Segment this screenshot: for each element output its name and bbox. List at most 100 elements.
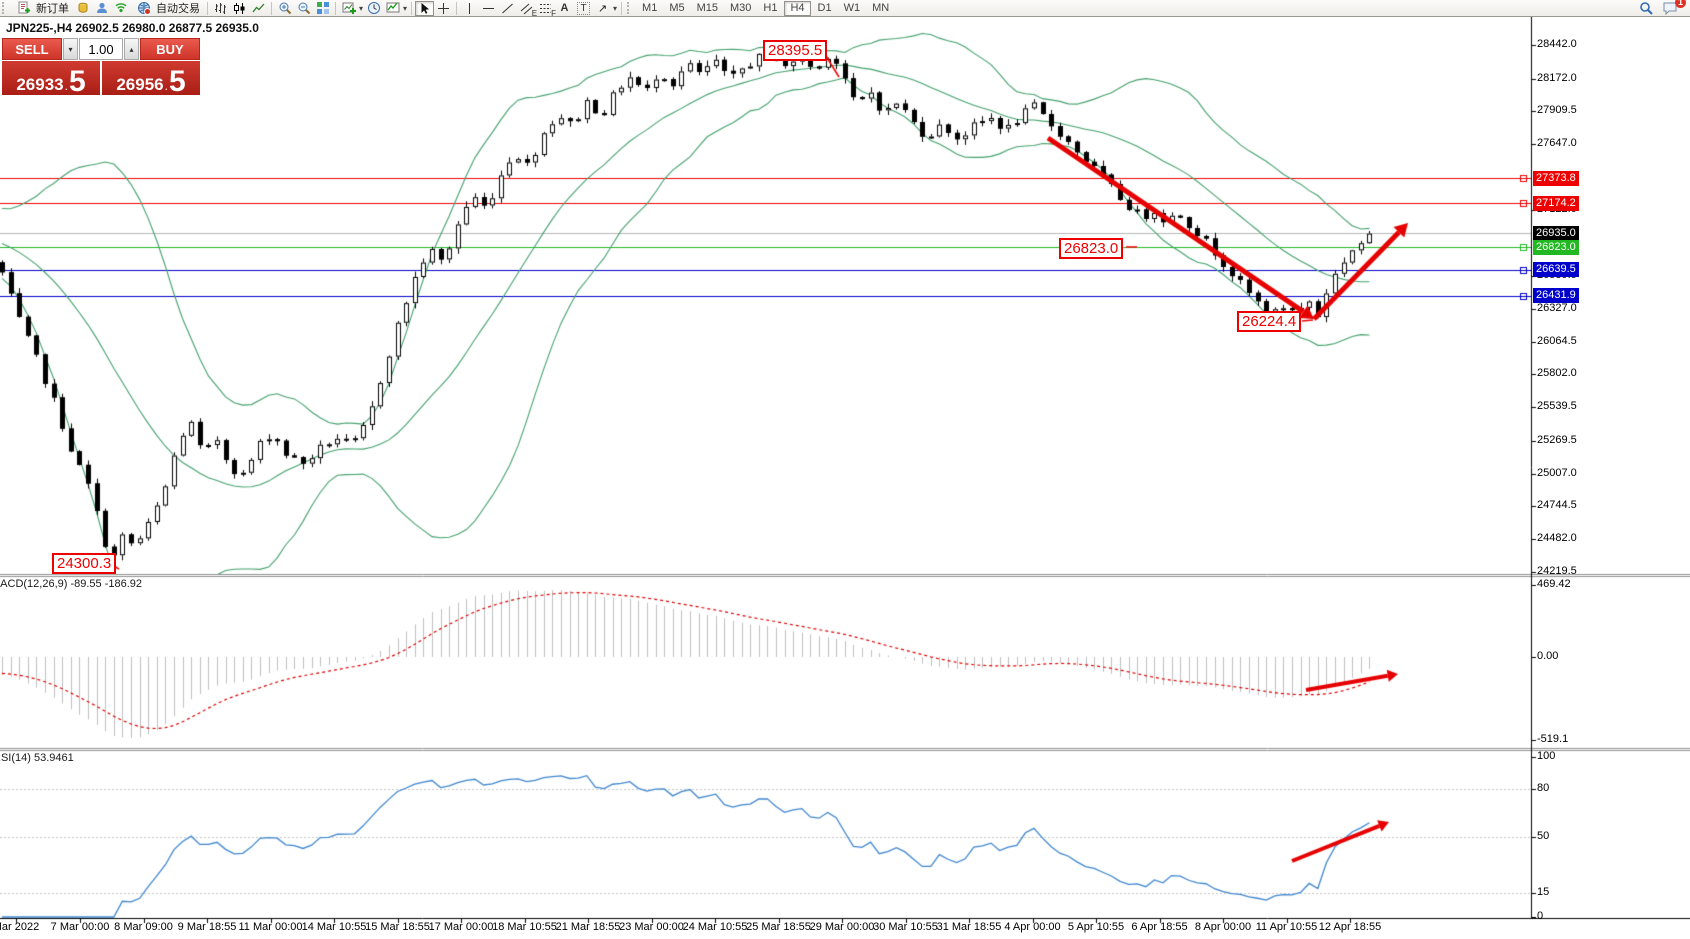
timeframe-m1[interactable]: M1 <box>637 1 662 15</box>
new-order-label: 新订单 <box>36 0 69 16</box>
new-chart-icon[interactable] <box>339 1 358 16</box>
macd-scale-label: 469.42 <box>1537 578 1571 590</box>
timeframe-mn[interactable]: MN <box>867 1 894 15</box>
price-tick-label: 27647.0 <box>1537 137 1577 149</box>
rsi-scale-label: 80 <box>1537 782 1549 794</box>
time-axis-label: 30 Mar 10:55 <box>873 921 938 933</box>
candlestick-chart-icon[interactable] <box>230 1 249 16</box>
equidistant-channel-tool-icon[interactable]: E <box>517 1 536 16</box>
price-tick-label: 24219.5 <box>1537 565 1577 577</box>
time-axis-label: 11 Apr 10:55 <box>1256 921 1318 933</box>
rsi-scale-label: 50 <box>1537 830 1549 842</box>
horizontal-line-tool-icon[interactable] <box>479 1 498 16</box>
timeframe-m30[interactable]: M30 <box>725 1 756 15</box>
styles-bucket-icon[interactable] <box>73 1 92 16</box>
indicators-icon[interactable] <box>383 1 402 16</box>
cursor-tool-icon[interactable] <box>415 1 434 16</box>
price-line-label: 26823.0 <box>1533 240 1579 255</box>
zoom-out-icon[interactable] <box>294 1 313 16</box>
crosshair-tool-icon[interactable] <box>434 1 453 16</box>
price-tick-label: 28172.0 <box>1537 72 1577 84</box>
price-tick-label: 25007.0 <box>1537 467 1577 479</box>
autotrade-button[interactable]: 自动交易 <box>130 1 204 16</box>
zoom-in-icon[interactable] <box>275 1 294 16</box>
volume-decrease-button[interactable]: ▾ <box>63 38 78 60</box>
price-line-label: 26431.9 <box>1533 288 1579 303</box>
vertical-line-tool-icon[interactable] <box>460 1 479 16</box>
chat-button[interactable]: 1 <box>1661 1 1680 16</box>
text-tool-icon[interactable]: A <box>555 1 574 16</box>
new-chart-dropdown-caret[interactable]: ▾ <box>359 4 363 13</box>
arrows-tool-icon[interactable]: ↗ <box>593 1 612 16</box>
macd-scale-label: -519.1 <box>1537 733 1568 745</box>
volume-increase-button[interactable]: ▴ <box>124 38 139 60</box>
time-axis-label: 24 Mar 10:55 <box>683 921 748 933</box>
timeframe-d1[interactable]: D1 <box>813 1 837 15</box>
annotation-label: 26224.4 <box>1237 311 1301 332</box>
signal-icon[interactable] <box>111 1 130 16</box>
fibonacci-tool-icon[interactable]: F <box>536 1 555 16</box>
text-label-tool-icon[interactable]: T <box>574 1 593 16</box>
timeframe-m5[interactable]: M5 <box>664 1 689 15</box>
bar-chart-icon[interactable] <box>211 1 230 16</box>
time-axis-label: 4 Apr 00:00 <box>1004 921 1060 933</box>
toolbar-separator <box>335 2 336 15</box>
buy-price-big-digit: 5 <box>169 70 186 93</box>
time-axis-label: 17 Mar 00:00 <box>429 921 494 933</box>
time-axis-label: 29 Mar 00:00 <box>810 921 875 933</box>
macd-label: MACD(12,26,9) -89.55 -186.92 <box>0 578 142 590</box>
line-chart-icon[interactable] <box>249 1 268 16</box>
trendline-tool-icon[interactable] <box>498 1 517 16</box>
macd-scale-label: 0.00 <box>1537 650 1558 662</box>
toolbar-separator <box>207 2 208 15</box>
price-line-label: 26639.5 <box>1533 262 1579 277</box>
time-axis-label: 31 Mar 18:55 <box>937 921 1002 933</box>
caret-down-icon: ▾ <box>68 45 72 54</box>
timeframe-h1[interactable]: H1 <box>758 1 782 15</box>
timeframe-m15[interactable]: M15 <box>692 1 723 15</box>
price-tick-label: 26064.5 <box>1537 335 1577 347</box>
sell-price-big-digit: 5 <box>69 70 86 93</box>
indicators-dropdown-caret[interactable]: ▾ <box>403 4 407 13</box>
timeframe-w1[interactable]: W1 <box>839 1 866 15</box>
time-axis-label: 5 Apr 10:55 <box>1068 921 1124 933</box>
new-order-button[interactable]: 新订单 <box>10 1 73 16</box>
price-line-label: 26935.0 <box>1533 226 1579 241</box>
volume-input[interactable]: 1.00 <box>79 38 123 60</box>
buy-button[interactable]: BUY <box>140 38 200 60</box>
time-axis-label: 15 Mar 18:55 <box>365 921 430 933</box>
toolbar-drag-handle[interactable] <box>627 2 632 14</box>
timeframe-h4[interactable]: H4 <box>784 1 810 16</box>
rsi-scale-label: 15 <box>1537 886 1549 898</box>
chart-canvas[interactable] <box>0 17 1690 939</box>
sell-price-display[interactable]: 26933.5 <box>2 61 100 95</box>
time-axis-label: 12 Apr 18:55 <box>1319 921 1381 933</box>
rsi-scale-label: 100 <box>1537 750 1555 762</box>
arrows-dropdown-caret[interactable]: ▾ <box>613 4 617 13</box>
rsi-scale-label: 0 <box>1537 910 1543 922</box>
toolbar-separator <box>621 2 622 15</box>
sell-price-dot: . <box>65 79 68 93</box>
time-axis-label: 8 Mar 09:00 <box>114 921 173 933</box>
toolbar-drag-handle[interactable] <box>2 2 7 14</box>
profile-icon[interactable] <box>92 1 111 16</box>
sell-button[interactable]: SELL <box>2 38 62 60</box>
buy-price-display[interactable]: 26956.5 <box>102 61 200 95</box>
price-tick-label: 28442.0 <box>1537 38 1577 50</box>
clock-icon[interactable] <box>364 1 383 16</box>
search-icon[interactable] <box>1636 1 1655 16</box>
toolbar-separator <box>456 2 457 15</box>
price-tick-label: 24744.5 <box>1537 499 1577 511</box>
annotation-label: 26823.0 <box>1059 238 1123 259</box>
time-axis-label: 9 Mar 18:55 <box>178 921 237 933</box>
time-axis-label: Mar 2022 <box>0 921 39 933</box>
rsi-label: RSI(14) 53.9461 <box>0 752 74 764</box>
toolbar-separator <box>411 2 412 15</box>
annotation-label: 28395.5 <box>763 40 827 61</box>
price-tick-label: 25269.5 <box>1537 434 1577 446</box>
time-axis-label: 7 Mar 00:00 <box>51 921 110 933</box>
tile-windows-icon[interactable] <box>313 1 332 16</box>
time-axis-label: 8 Apr 00:00 <box>1195 921 1251 933</box>
autotrade-label: 自动交易 <box>156 0 200 16</box>
price-tick-label: 26327.0 <box>1537 302 1577 314</box>
